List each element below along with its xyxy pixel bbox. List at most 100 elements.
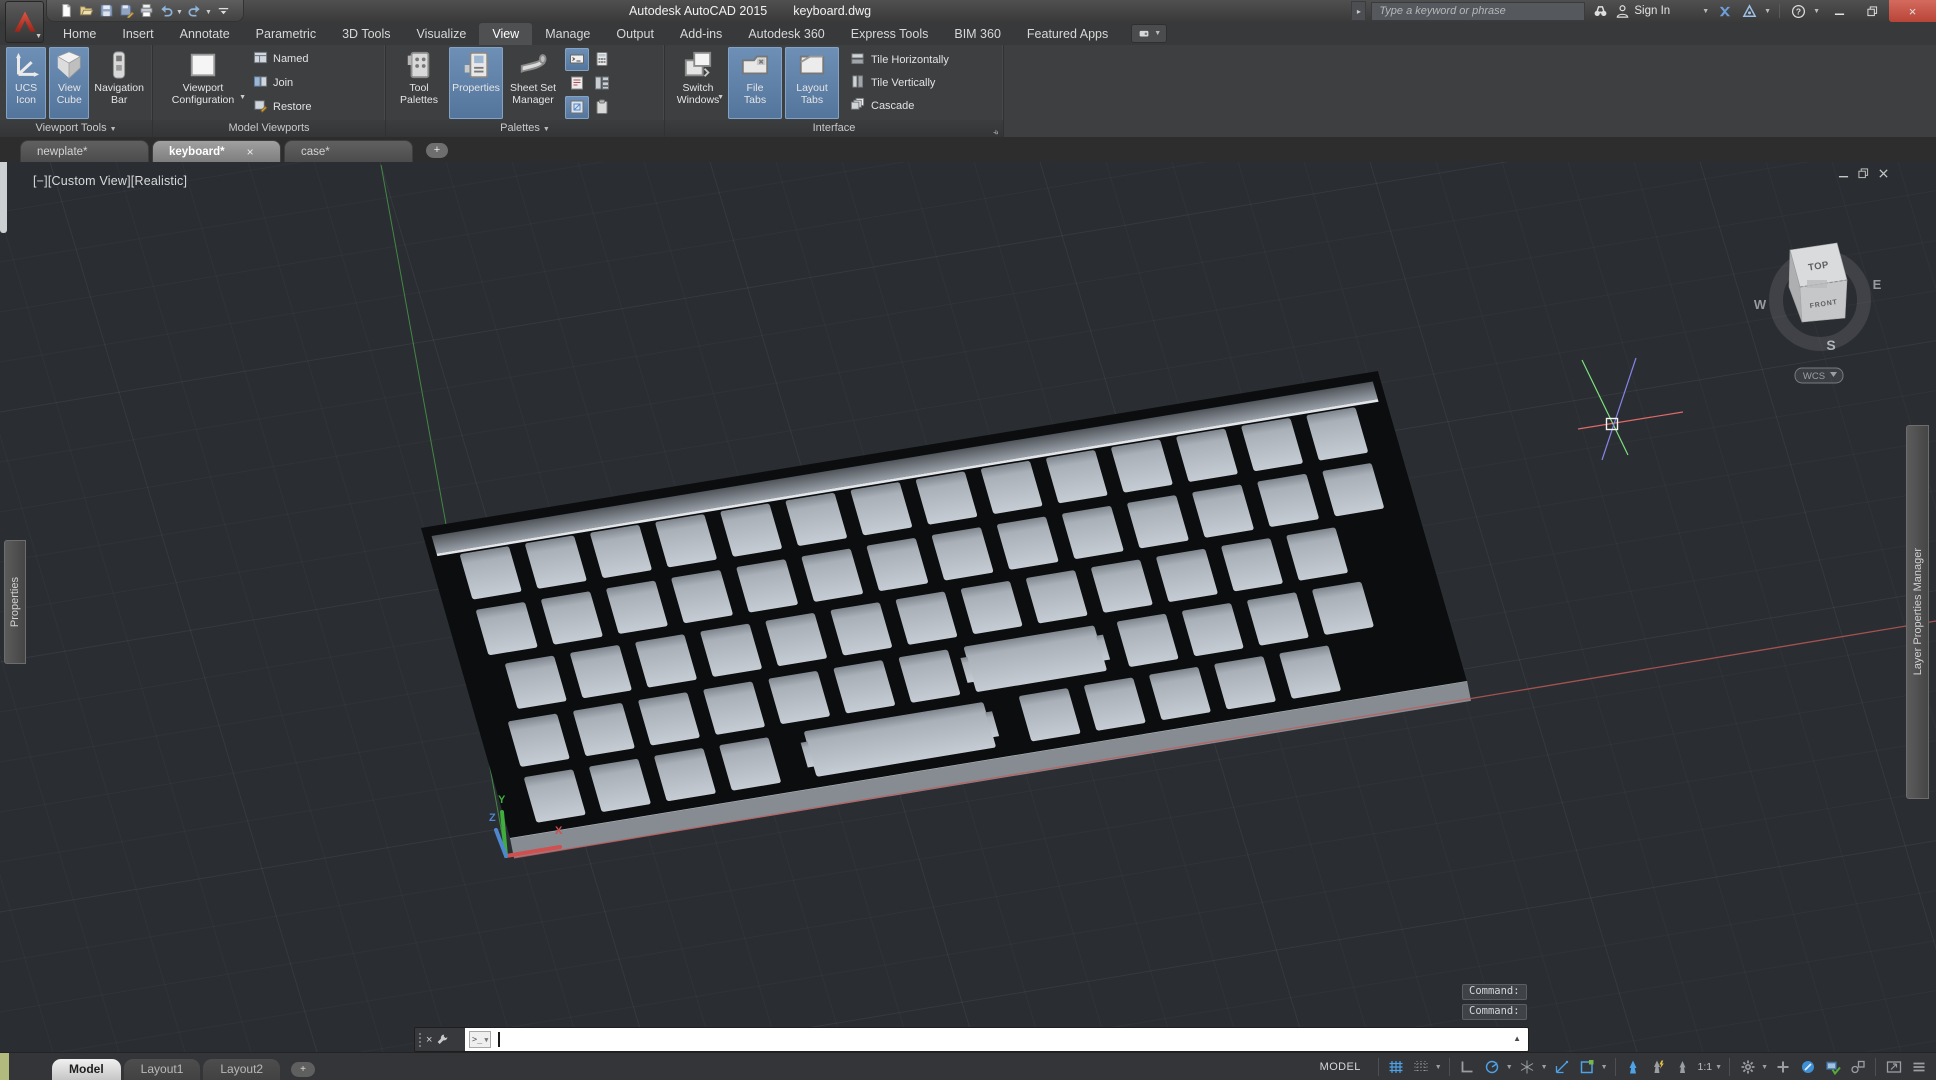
polar-tracking-dropdown-icon[interactable]: ▼ bbox=[1506, 1064, 1513, 1071]
annotation-scale-label[interactable]: 1:1 bbox=[1698, 1061, 1713, 1073]
sheet-setmanager-button[interactable]: Sheet Set Manager bbox=[506, 47, 560, 119]
layouttabs-button[interactable]: Layout Tabs bbox=[785, 47, 839, 119]
a360-icon[interactable] bbox=[1739, 2, 1759, 20]
redo-dropdown-icon[interactable]: ▼ bbox=[205, 9, 212, 16]
workspace-dropdown-icon[interactable]: ▼ bbox=[1761, 1064, 1768, 1071]
annotation-visibility-icon[interactable] bbox=[1621, 1056, 1646, 1077]
ribbon-tab-autodesk-360[interactable]: Autodesk 360 bbox=[735, 23, 837, 45]
panel-title-palettes[interactable]: Palettes▼ bbox=[386, 120, 664, 137]
layout-tab-layout1[interactable]: Layout1 bbox=[124, 1059, 201, 1080]
ribbon-tab-view[interactable]: View bbox=[479, 23, 532, 45]
ribbon-tab-bim-360[interactable]: BIM 360 bbox=[941, 23, 1014, 45]
ortho-mode-icon[interactable] bbox=[1455, 1056, 1480, 1077]
new-drawing-tab-button[interactable]: + bbox=[426, 143, 448, 158]
application-menu-button[interactable]: ▼ bbox=[5, 1, 44, 43]
isometric-drafting-dropdown-icon[interactable]: ▼ bbox=[1541, 1064, 1548, 1071]
ucsicon-button[interactable]: UCS Icon bbox=[6, 47, 46, 119]
markup-set-manager-palette-icon[interactable] bbox=[565, 72, 589, 95]
exchange-apps-icon[interactable] bbox=[1714, 2, 1734, 20]
recent-commands-button[interactable]: >_▼ bbox=[469, 1031, 491, 1048]
minimize-button[interactable] bbox=[1823, 0, 1856, 22]
save-icon[interactable] bbox=[97, 2, 115, 20]
open-file-icon[interactable] bbox=[77, 2, 95, 20]
switchwindows-button[interactable]: Switch Windows▼ bbox=[671, 47, 725, 119]
customization-icon[interactable] bbox=[1906, 1056, 1931, 1077]
new-layout-button[interactable]: + bbox=[291, 1062, 315, 1077]
viewport-restore-icon[interactable] bbox=[1858, 168, 1869, 179]
object-snap-dropdown-icon[interactable]: ▼ bbox=[1601, 1064, 1608, 1071]
viewport-close-icon[interactable] bbox=[1878, 168, 1889, 179]
designcenter-palette-icon[interactable] bbox=[590, 72, 614, 95]
ribbon-tab-manage[interactable]: Manage bbox=[532, 23, 603, 45]
viewportconfiguration-button[interactable]: Viewport Configuration▼ bbox=[159, 47, 247, 119]
cascade-button[interactable]: Cascade bbox=[846, 96, 953, 116]
command-line-palette-icon[interactable] bbox=[565, 48, 589, 71]
help-dropdown-icon[interactable]: ▼ bbox=[1813, 8, 1820, 15]
viewcube-west[interactable]: W bbox=[1754, 297, 1767, 312]
autoscale-icon[interactable] bbox=[1646, 1056, 1671, 1077]
ribbon-tab-output[interactable]: Output bbox=[603, 23, 667, 45]
viewcube-wcs-menu[interactable]: WCS bbox=[1795, 368, 1843, 383]
ribbon-tab-home[interactable]: Home bbox=[50, 23, 109, 45]
annotation-scale-dropdown-icon[interactable]: ▼ bbox=[1715, 1064, 1722, 1071]
qat-menu-icon[interactable] bbox=[215, 2, 233, 20]
command-input[interactable]: >_▼ ▲ bbox=[465, 1028, 1528, 1051]
graphics-performance-icon[interactable] bbox=[1820, 1056, 1845, 1077]
workspace-icon[interactable] bbox=[1735, 1056, 1760, 1077]
infocenter-collapse-icon[interactable]: ▸ bbox=[1351, 1, 1366, 21]
sign-in-button[interactable]: Sign In ▼ bbox=[1615, 4, 1709, 19]
annotation-scale-icon[interactable] bbox=[1671, 1056, 1696, 1077]
navigationbar-button[interactable]: Navigation Bar bbox=[92, 47, 146, 119]
viewport-controls-label[interactable]: [−][Custom View][Realistic] bbox=[33, 174, 187, 188]
a360-dropdown-icon[interactable]: ▼ bbox=[1764, 8, 1771, 15]
quickcalc-palette-icon[interactable] bbox=[590, 48, 614, 71]
undo-dropdown-icon[interactable]: ▼ bbox=[176, 9, 183, 16]
grip-handle-icon[interactable] bbox=[418, 1032, 422, 1048]
snap-mode-icon[interactable] bbox=[1409, 1056, 1434, 1077]
command-bar-grip[interactable]: × bbox=[415, 1028, 465, 1051]
ribbon-tab-parametric[interactable]: Parametric bbox=[243, 23, 329, 45]
restore-button[interactable] bbox=[1856, 0, 1889, 22]
ribbon-tab-visualize[interactable]: Visualize bbox=[404, 23, 480, 45]
command-close-icon[interactable]: × bbox=[426, 1034, 432, 1046]
ribbon-tab-featured-apps[interactable]: Featured Apps bbox=[1014, 23, 1121, 45]
file-tab-newplate[interactable]: newplate* bbox=[20, 140, 149, 162]
object-snap-icon[interactable] bbox=[1575, 1056, 1600, 1077]
named-button[interactable]: Named bbox=[250, 49, 315, 69]
save-as-icon[interactable] bbox=[117, 2, 135, 20]
viewcube-south[interactable]: S bbox=[1826, 337, 1835, 353]
annotation-monitor-icon[interactable] bbox=[1770, 1056, 1795, 1077]
restore-button[interactable]: Restore bbox=[250, 97, 315, 117]
object-snap-tracking-icon[interactable] bbox=[1550, 1056, 1575, 1077]
viewcube[interactable]: W E S TOP FRONT WCS bbox=[1744, 202, 1904, 402]
file-tab-keyboard[interactable]: keyboard*× bbox=[152, 140, 281, 162]
model-space-toggle[interactable]: MODEL bbox=[1320, 1061, 1361, 1073]
panel-title-model-viewports[interactable]: Model Viewports bbox=[153, 120, 385, 137]
autohide-palette-strip[interactable] bbox=[0, 162, 7, 233]
ribbon-tab-3d-tools[interactable]: 3D Tools bbox=[329, 23, 403, 45]
xref-palette-palette-icon[interactable] bbox=[565, 96, 589, 119]
viewcube-button[interactable]: View Cube bbox=[49, 47, 89, 119]
drawing-area[interactable]: XYZ [−][Custom View][Realistic] W E S TO… bbox=[0, 162, 1936, 1053]
new-file-icon[interactable] bbox=[57, 2, 75, 20]
command-expand-icon[interactable]: ▲ bbox=[1513, 1035, 1521, 1043]
file-tab-case[interactable]: case* bbox=[284, 140, 413, 162]
layout-tab-model[interactable]: Model bbox=[52, 1059, 121, 1080]
scene-canvas[interactable]: XYZ bbox=[0, 162, 1936, 1053]
plot-icon[interactable] bbox=[137, 2, 155, 20]
snap-mode-dropdown-icon[interactable]: ▼ bbox=[1435, 1064, 1442, 1071]
file-tab-close-icon[interactable]: × bbox=[247, 145, 254, 159]
undo-icon[interactable] bbox=[157, 2, 175, 20]
properties-palette-tab[interactable]: Properties bbox=[4, 540, 26, 664]
ribbon-tab-insert[interactable]: Insert bbox=[109, 23, 166, 45]
search-icon[interactable] bbox=[1590, 2, 1610, 20]
sign-in-dropdown-icon[interactable]: ▼ bbox=[1702, 8, 1709, 15]
viewcube-east[interactable]: E bbox=[1873, 277, 1882, 292]
clipboard-palette-icon[interactable] bbox=[590, 96, 614, 119]
panel-title-interface[interactable]: Interface» bbox=[665, 120, 1003, 137]
hardware-acceleration-icon[interactable] bbox=[1795, 1056, 1820, 1077]
customize-wrench-icon[interactable] bbox=[436, 1033, 449, 1046]
close-button[interactable]: × bbox=[1889, 0, 1936, 22]
isometric-drafting-icon[interactable] bbox=[1515, 1056, 1540, 1077]
toolpalettes-button[interactable]: Tool Palettes bbox=[392, 47, 446, 119]
